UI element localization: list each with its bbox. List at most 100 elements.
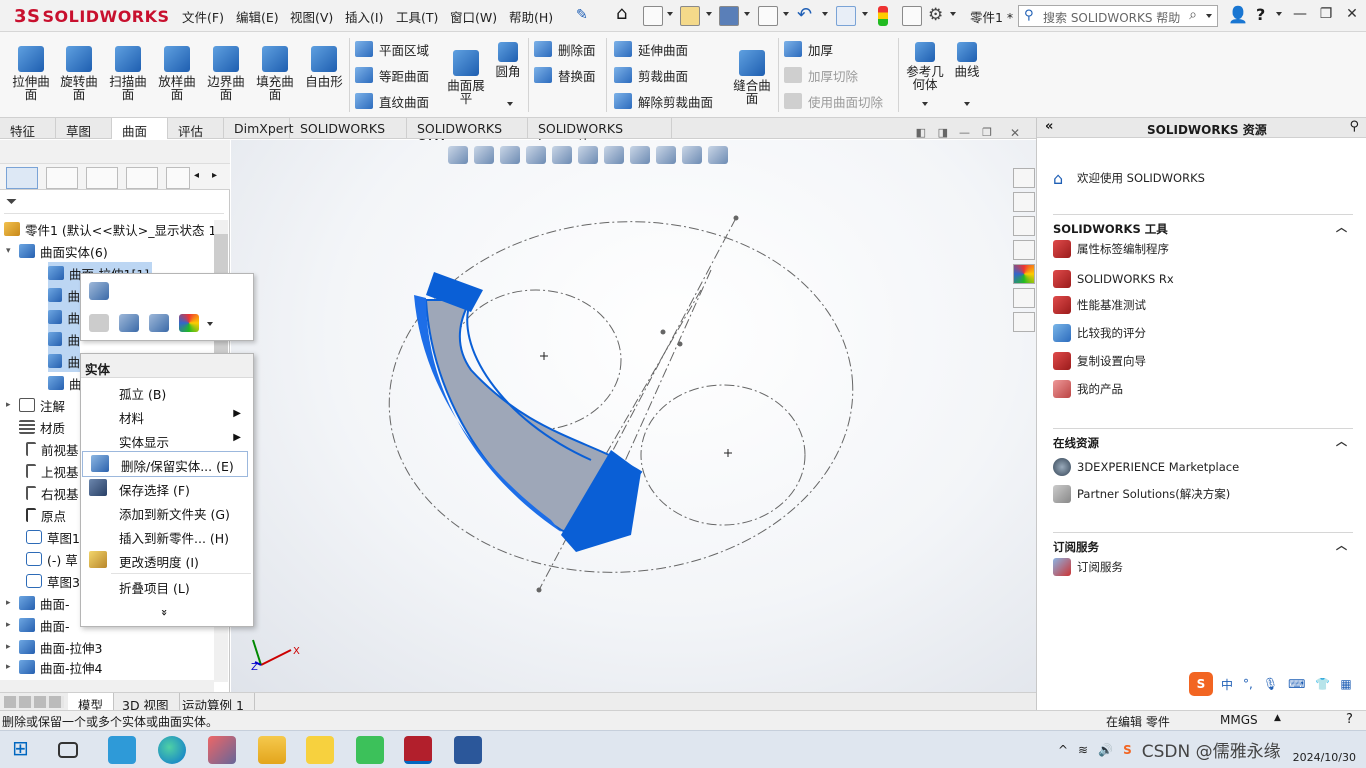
print-icon[interactable] xyxy=(758,6,778,26)
pin-pane-icon[interactable]: ⚲ xyxy=(1349,119,1359,134)
tree-item-sketch3[interactable]: 草图3 xyxy=(26,570,80,592)
surface-flatten-button[interactable]: 曲面展平 xyxy=(444,36,488,114)
trim-surface-button[interactable]: 剪裁曲面 xyxy=(614,64,688,86)
expand-arrow-icon[interactable]: ▸ xyxy=(6,620,16,630)
extruded-surface-button[interactable]: 拉伸曲面 xyxy=(8,36,54,114)
tab-dimxpert[interactable]: DimXpert xyxy=(224,118,294,139)
file-properties-icon[interactable] xyxy=(902,6,922,26)
zoom-to-fit-icon[interactable] xyxy=(448,146,468,164)
status-help-icon[interactable]: ? xyxy=(1346,712,1353,727)
hide-show-items-icon[interactable] xyxy=(630,146,650,164)
menu-item-add-to-new-folder[interactable]: 添加到新文件夹 (G) xyxy=(81,500,253,524)
zoom-to-area-icon[interactable] xyxy=(474,146,494,164)
app-green-icon[interactable] xyxy=(356,736,384,764)
appearance-dropdown-icon[interactable] xyxy=(207,322,213,326)
undo-dropdown-icon[interactable] xyxy=(822,12,828,16)
subscription-services-link[interactable]: 订阅服务 xyxy=(1053,556,1123,578)
online-marketplace-link[interactable]: 3DEXPERIENCE Marketplace xyxy=(1053,456,1239,478)
tool-performance-benchmark[interactable]: 性能基准测试 xyxy=(1053,294,1146,316)
dynamic-annotation-icon[interactable] xyxy=(552,146,572,164)
windows-start-icon[interactable]: ⊞ xyxy=(12,736,40,764)
tools-section-header[interactable]: SOLIDWORKS 工具 ︿ xyxy=(1053,214,1353,236)
appearance-icon[interactable] xyxy=(179,314,199,332)
tab-inspection[interactable]: SOLIDWORKS Inspection xyxy=(528,118,672,151)
tree-item-surface-feature[interactable]: ▸ 曲面- xyxy=(6,614,70,636)
menu-tools[interactable]: 工具(T) xyxy=(396,7,438,26)
collapse-section-icon[interactable]: ︿ xyxy=(1336,433,1347,449)
tree-item-top-plane[interactable]: 上视基 xyxy=(26,460,79,482)
app-yellow-icon[interactable] xyxy=(306,736,334,764)
tab-sketch[interactable]: 草图 xyxy=(56,118,112,139)
units-dropdown-icon[interactable]: ▲ xyxy=(1274,713,1281,723)
menu-insert[interactable]: 插入(I) xyxy=(345,7,383,26)
solidworks-resources-tab-icon[interactable] xyxy=(1013,168,1035,188)
menu-item-insert-into-new-part[interactable]: 插入到新零件... (H) xyxy=(81,524,253,548)
menu-item-delete-keep-body[interactable]: 删除/保留实体... (E) xyxy=(82,451,248,477)
tree-item-surface-body[interactable]: 曲 xyxy=(48,284,80,306)
menu-window[interactable]: 窗口(W) xyxy=(450,7,497,26)
open-folder-icon[interactable] xyxy=(680,6,700,26)
home-icon[interactable]: ⌂ xyxy=(616,3,636,24)
tree-item-surface-body[interactable]: 曲 xyxy=(48,350,80,372)
tool-property-tab-builder[interactable]: 属性标签编制程序 xyxy=(1053,238,1169,260)
solidworks-logo[interactable]: 3S SOLIDWORKS xyxy=(14,4,170,28)
tree-item-right-plane[interactable]: 右视基 xyxy=(26,482,79,504)
delete-face-button[interactable]: 删除面 xyxy=(534,38,596,60)
viewport-close-icon[interactable]: ✕ xyxy=(1010,126,1020,140)
menu-file[interactable]: 文件(F) xyxy=(182,7,224,26)
graphics-area[interactable]: ◧ ◨ — ❐ ✕ X Z xyxy=(231,126,1036,692)
untrim-surface-button[interactable]: 解除剪裁曲面 xyxy=(614,90,713,112)
configurationmanager-tab-icon[interactable] xyxy=(86,167,118,189)
tree-item-surface-extrude3[interactable]: ▸ 曲面-拉伸3 xyxy=(6,636,102,658)
new-dropdown-icon[interactable] xyxy=(667,12,673,16)
dimxpertmanager-tab-icon[interactable] xyxy=(126,167,158,189)
normal-to-icon[interactable] xyxy=(149,314,169,332)
collapse-section-icon[interactable]: ︿ xyxy=(1336,537,1347,553)
boundary-surface-button[interactable]: 边界曲面 xyxy=(203,36,249,114)
restore-icon[interactable]: ❐ xyxy=(1316,6,1336,24)
close-icon[interactable]: ✕ xyxy=(1342,6,1362,24)
edit-appearance-icon[interactable] xyxy=(656,146,676,164)
search-go-icon[interactable]: ⌕ xyxy=(1189,7,1197,23)
help-question-icon[interactable]: ? xyxy=(1256,5,1265,24)
edge-browser-icon[interactable] xyxy=(158,736,186,764)
custom-properties-tab-icon[interactable] xyxy=(1013,288,1035,308)
paint-app-icon[interactable] xyxy=(208,736,236,764)
thicken-button[interactable]: 加厚 xyxy=(784,38,833,60)
zoom-to-selection-icon[interactable] xyxy=(119,314,139,332)
menu-edit[interactable]: 编辑(E) xyxy=(236,7,279,26)
hide-body-icon[interactable] xyxy=(89,314,109,332)
propertymanager-tab-icon[interactable] xyxy=(46,167,78,189)
offset-surface-button[interactable]: 等距曲面 xyxy=(355,64,429,86)
design-library-tab-icon[interactable] xyxy=(1013,192,1035,212)
search-dropdown-icon[interactable] xyxy=(1206,14,1212,18)
filled-surface-button[interactable]: 填充曲面 xyxy=(252,36,298,114)
knit-surface-button[interactable]: 缝合曲面 xyxy=(730,36,774,114)
apply-scene-icon[interactable] xyxy=(682,146,702,164)
file-explorer-tab-icon[interactable] xyxy=(1013,216,1035,236)
welcome-link[interactable]: ⌂ 欢迎使用 SOLIDWORKS xyxy=(1053,167,1205,189)
thicken-cut-button[interactable]: 加厚切除 xyxy=(784,64,858,86)
tabs-scroll-left-icon[interactable]: ◂ xyxy=(194,170,199,181)
open-dropdown-icon[interactable] xyxy=(706,12,712,16)
ime-punctuation-icon[interactable]: °, xyxy=(1243,677,1253,691)
viewport-split-icon[interactable]: ◨ xyxy=(938,126,948,139)
expand-arrow-icon[interactable]: ▸ xyxy=(6,598,16,608)
expand-arrow-icon[interactable]: ▸ xyxy=(6,662,16,672)
help-search-input[interactable]: ⚲ 搜索 SOLIDWORKS 帮助 ⌕ xyxy=(1018,5,1218,27)
undo-icon[interactable]: ↶ xyxy=(797,4,812,25)
ime-menu-icon[interactable]: ▦ xyxy=(1340,677,1351,691)
fillet-dropdown-icon[interactable] xyxy=(507,102,513,106)
options-dropdown-icon[interactable] xyxy=(950,12,956,16)
tree-item-sketch1[interactable]: 草图1 xyxy=(26,526,80,548)
revolved-surface-button[interactable]: 旋转曲面 xyxy=(56,36,102,114)
extend-surface-button[interactable]: 延伸曲面 xyxy=(614,38,688,60)
tree-item-surface-body[interactable]: 曲 xyxy=(48,372,82,394)
rebuild-traffic-light-icon[interactable] xyxy=(878,6,888,26)
menu-item-material[interactable]: 材料 ▶ xyxy=(81,404,253,428)
tab-evaluate[interactable]: 评估 xyxy=(168,118,224,139)
display-style-icon[interactable] xyxy=(604,146,624,164)
new-document-icon[interactable] xyxy=(643,6,663,26)
viewport-minimize-icon[interactable]: — xyxy=(959,126,970,139)
tabs-scroll-right-icon[interactable]: ▸ xyxy=(212,170,217,181)
